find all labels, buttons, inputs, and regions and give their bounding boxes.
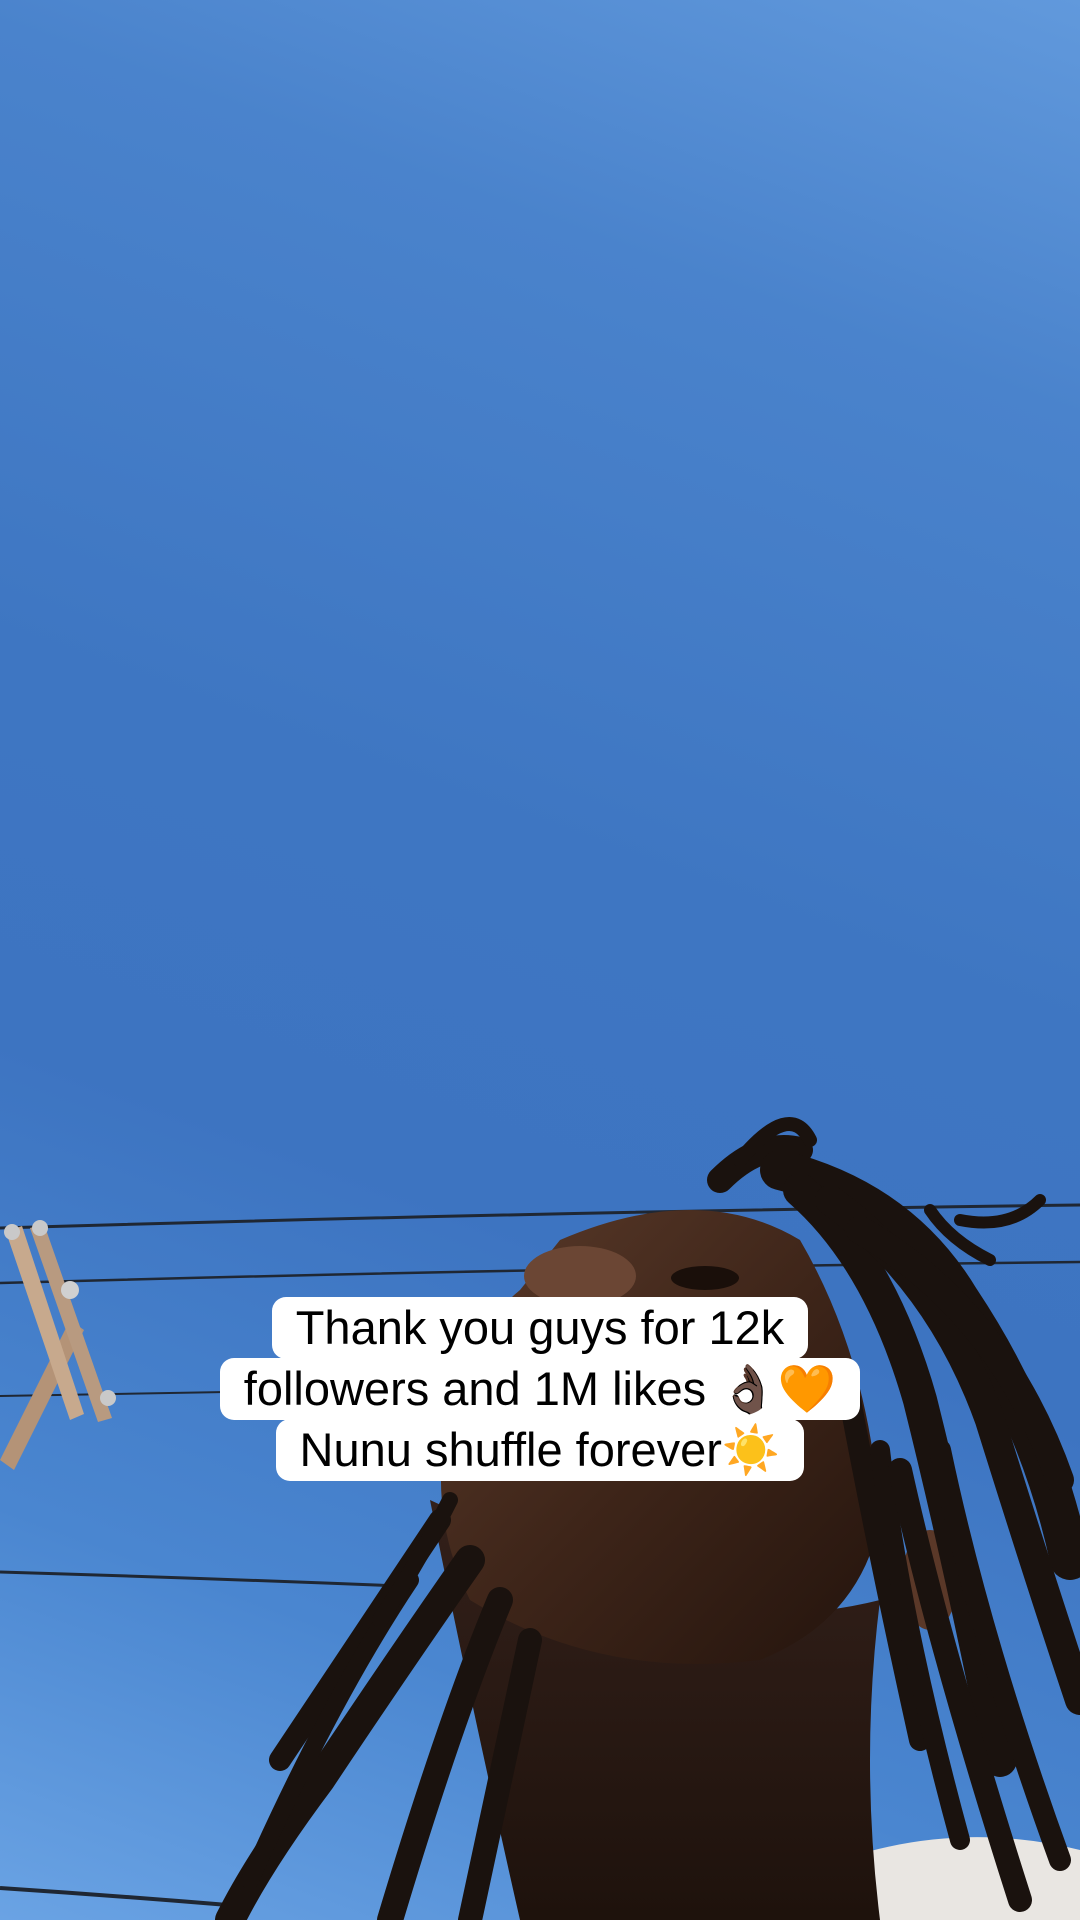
caption-line-3: Nunu shuffle forever☀️ bbox=[275, 1419, 805, 1481]
caption-line-2: followers and 1M likes 👌🏿🧡 bbox=[219, 1358, 861, 1420]
caption-line-1: Thank you guys for 12k bbox=[271, 1297, 809, 1359]
video-scene bbox=[0, 1117, 1080, 1920]
video-frame[interactable]: Thank you guys for 12k followers and 1M … bbox=[0, 0, 1080, 1920]
eye bbox=[671, 1266, 739, 1290]
video-caption: Thank you guys for 12k followers and 1M … bbox=[0, 1297, 1080, 1481]
